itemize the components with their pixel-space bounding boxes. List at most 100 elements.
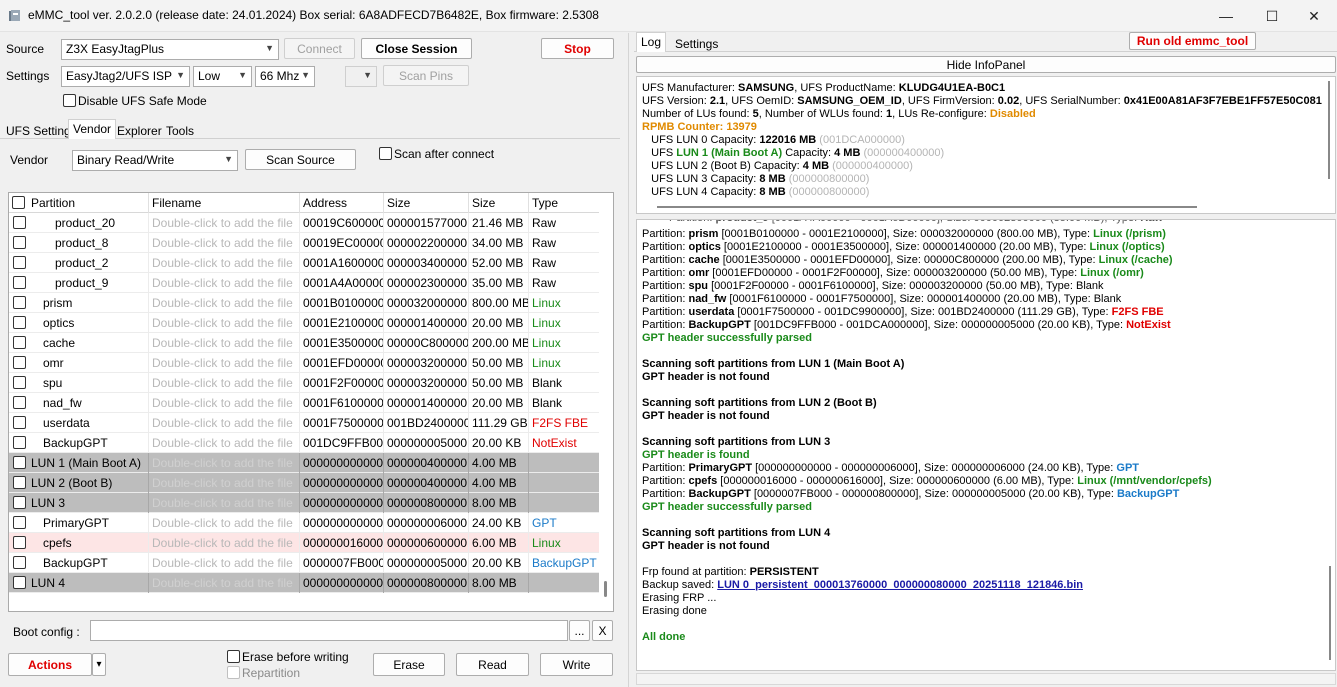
header-filename[interactable]: Filename	[149, 193, 300, 213]
panel-splitter[interactable]	[628, 33, 629, 687]
table-row[interactable]: product_2 Double-click to add the file 000…	[9, 253, 599, 273]
actions-dropdown-icon[interactable]: ▾	[92, 653, 106, 676]
scrollbar-thumb[interactable]	[604, 581, 607, 597]
cell-filename[interactable]: Double-click to add the file	[149, 493, 300, 513]
maximize-button[interactable]: ☐	[1249, 0, 1295, 32]
select-all-checkbox[interactable]	[12, 196, 25, 209]
read-button[interactable]: Read	[456, 653, 529, 676]
erase-button[interactable]: Erase	[373, 653, 445, 676]
speed-select[interactable]: 66 Mhz ▼	[255, 66, 315, 87]
cell-filename[interactable]: Double-click to add the file	[149, 433, 300, 453]
table-row[interactable]: spu Double-click to add the file 0001F2F00…	[9, 373, 599, 393]
interface-select[interactable]: EasyJtag2/UFS ISP ▼	[61, 66, 190, 87]
stop-button[interactable]: Stop	[541, 38, 614, 59]
table-row[interactable]: LUN 2 (Boot B) Double-click to add the fi…	[9, 473, 599, 493]
disable-safe-mode-checkbox[interactable]	[63, 94, 76, 107]
table-row[interactable]: omr Double-click to add the file 0001EFD00…	[9, 353, 599, 373]
header-size-hex[interactable]: Size	[384, 193, 469, 213]
table-scrollbar[interactable]	[599, 193, 613, 611]
table-row[interactable]: prism Double-click to add the file 0001B01…	[9, 293, 599, 313]
row-checkbox[interactable]	[13, 476, 26, 489]
cell-filename[interactable]: Double-click to add the file	[149, 393, 300, 413]
hide-infopanel-button[interactable]: Hide InfoPanel	[636, 56, 1336, 73]
row-checkbox[interactable]	[13, 556, 26, 569]
row-checkbox[interactable]	[13, 276, 26, 289]
row-checkbox[interactable]	[13, 436, 26, 449]
table-row[interactable]: LUN 4 Double-click to add the file 0000000…	[9, 573, 599, 593]
header-partition[interactable]: Partition	[28, 193, 149, 213]
table-row[interactable]: optics Double-click to add the file 0001E2…	[9, 313, 599, 333]
table-row[interactable]: nad_fw Double-click to add the file 0001F6…	[9, 393, 599, 413]
connect-button[interactable]: Connect	[284, 38, 355, 59]
info-hscroll[interactable]	[637, 201, 1323, 213]
cell-filename[interactable]: Double-click to add the file	[149, 333, 300, 353]
log-vscroll[interactable]	[1324, 220, 1335, 670]
table-row[interactable]: product_9 Double-click to add the file 000…	[9, 273, 599, 293]
minimize-button[interactable]: —	[1203, 0, 1249, 32]
tab-log[interactable]: Log	[636, 32, 667, 52]
tab-explorer[interactable]: Explorer	[112, 121, 167, 140]
row-checkbox[interactable]	[13, 496, 26, 509]
close-session-button[interactable]: Close Session	[361, 38, 472, 59]
row-checkbox[interactable]	[13, 356, 26, 369]
table-row[interactable]: product_8 Double-click to add the file 000…	[9, 233, 599, 253]
row-checkbox[interactable]	[13, 256, 26, 269]
table-row[interactable]: LUN 3 Double-click to add the file 0000000…	[9, 493, 599, 513]
cell-filename[interactable]: Double-click to add the file	[149, 573, 300, 593]
row-checkbox[interactable]	[13, 416, 26, 429]
info-vscroll-thumb[interactable]	[1328, 81, 1330, 179]
cell-filename[interactable]: Double-click to add the file	[149, 553, 300, 573]
tab-vendor[interactable]: Vendor	[68, 119, 117, 139]
row-checkbox[interactable]	[13, 336, 26, 349]
table-row[interactable]: BackupGPT Double-click to add the file 001…	[9, 433, 599, 453]
table-row[interactable]: cpefs Double-click to add the file 0000000…	[9, 533, 599, 553]
row-checkbox[interactable]	[13, 396, 26, 409]
extra-select[interactable]: ▼	[345, 66, 377, 87]
row-checkbox[interactable]	[13, 296, 26, 309]
cell-filename[interactable]: Double-click to add the file	[149, 213, 300, 233]
boot-config-input[interactable]	[90, 620, 568, 641]
cell-filename[interactable]: Double-click to add the file	[149, 453, 300, 473]
table-row[interactable]: product_20 Double-click to add the file 00…	[9, 213, 599, 233]
cell-filename[interactable]: Double-click to add the file	[149, 273, 300, 293]
table-row[interactable]: PrimaryGPT Double-click to add the file 00…	[9, 513, 599, 533]
row-checkbox[interactable]	[13, 216, 26, 229]
cell-filename[interactable]: Double-click to add the file	[149, 253, 300, 273]
scan-after-connect-checkbox[interactable]	[379, 147, 392, 160]
cell-filename[interactable]: Double-click to add the file	[149, 353, 300, 373]
table-row[interactable]: LUN 1 (Main Boot A) Double-click to add t…	[9, 453, 599, 473]
table-row[interactable]: BackupGPT Double-click to add the file 000…	[9, 553, 599, 573]
clear-button[interactable]: X	[592, 620, 613, 641]
cell-filename[interactable]: Double-click to add the file	[149, 313, 300, 333]
close-window-button[interactable]: ✕	[1291, 0, 1337, 32]
repartition-checkbox[interactable]	[227, 666, 240, 679]
log-hscroll[interactable]	[636, 673, 1336, 685]
row-checkbox[interactable]	[13, 536, 26, 549]
header-type[interactable]: Type	[529, 193, 599, 213]
table-row[interactable]: userdata Double-click to add the file 0001…	[9, 413, 599, 433]
info-hscroll-thumb[interactable]	[657, 206, 1197, 208]
row-checkbox[interactable]	[13, 376, 26, 389]
info-vscroll[interactable]	[1323, 77, 1335, 201]
run-old-emmc-tool-button[interactable]: Run old emmc_tool	[1129, 32, 1256, 50]
table-row[interactable]: cache Double-click to add the file 0001E35…	[9, 333, 599, 353]
row-checkbox[interactable]	[13, 316, 26, 329]
cell-filename[interactable]: Double-click to add the file	[149, 533, 300, 553]
cell-filename[interactable]: Double-click to add the file	[149, 413, 300, 433]
cell-filename[interactable]: Double-click to add the file	[149, 473, 300, 493]
row-checkbox[interactable]	[13, 576, 26, 589]
header-size[interactable]: Size	[469, 193, 529, 213]
cell-filename[interactable]: Double-click to add the file	[149, 293, 300, 313]
erase-before-writing-checkbox[interactable]	[227, 650, 240, 663]
source-select[interactable]: Z3X EasyJtagPlus ▼	[61, 39, 279, 60]
vendor-select[interactable]: Binary Read/Write ▼	[72, 150, 238, 171]
level-select[interactable]: Low ▼	[193, 66, 252, 87]
scan-pins-button[interactable]: Scan Pins	[383, 65, 469, 86]
scan-source-button[interactable]: Scan Source	[245, 149, 356, 170]
tab-right-settings[interactable]: Settings	[670, 34, 723, 53]
actions-button[interactable]: Actions	[8, 653, 92, 676]
cell-filename[interactable]: Double-click to add the file	[149, 373, 300, 393]
tab-tools[interactable]: Tools	[161, 121, 199, 140]
row-checkbox[interactable]	[13, 456, 26, 469]
row-checkbox[interactable]	[13, 516, 26, 529]
